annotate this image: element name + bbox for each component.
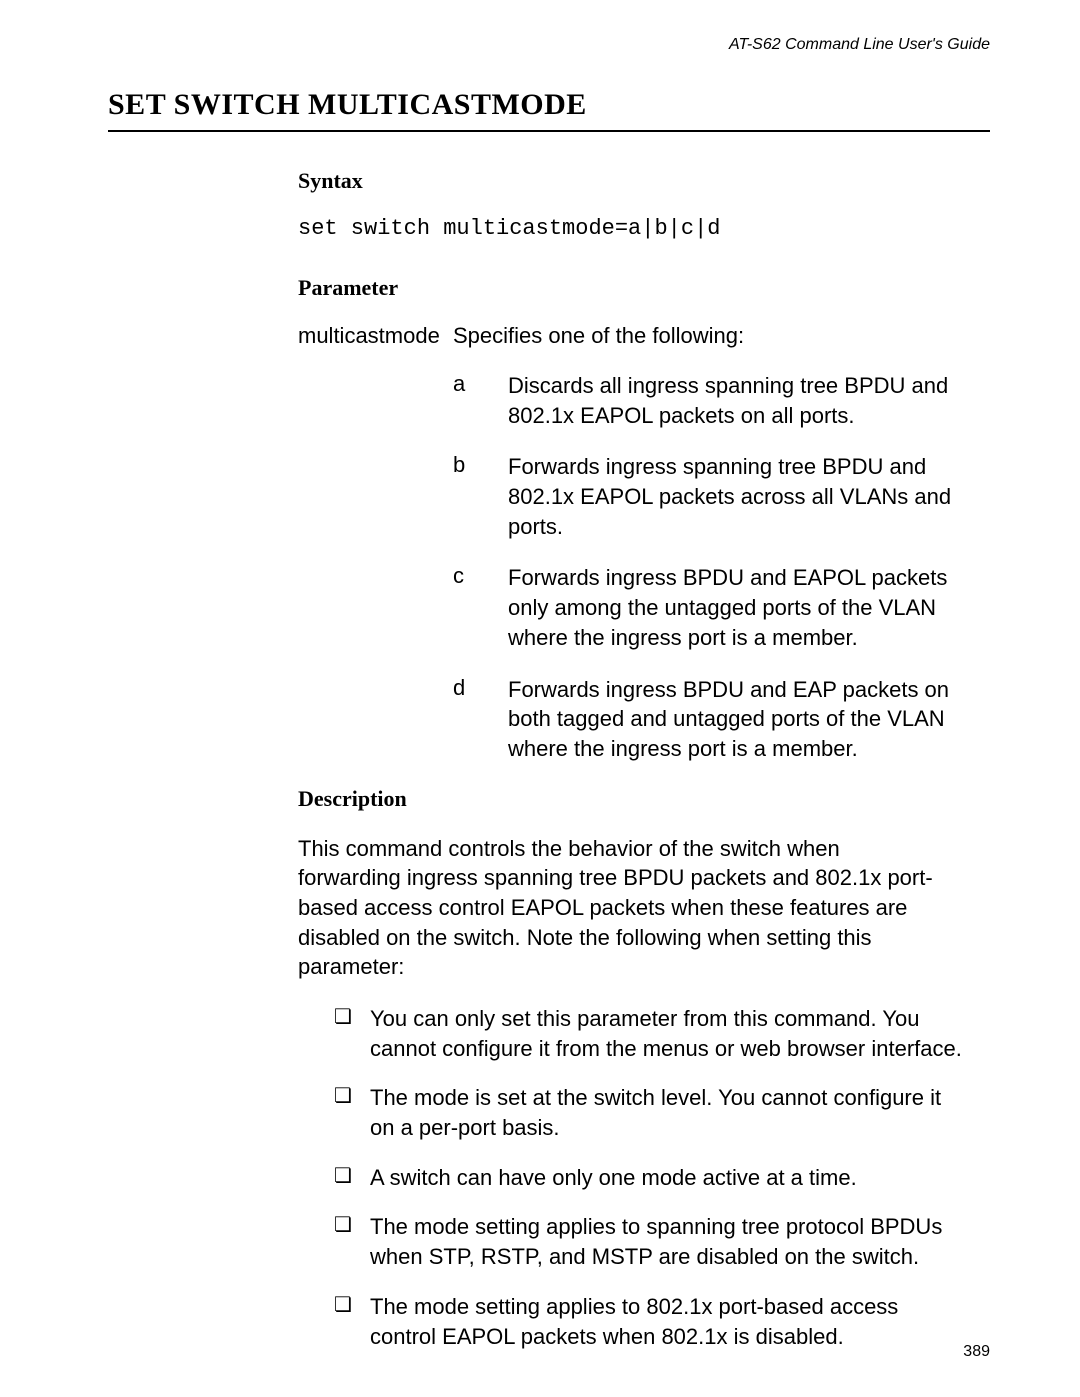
description-list: You can only set this parameter from thi… [334,1004,990,1351]
description-heading: Description [298,786,990,812]
parameter-intro: Specifies one of the following: [453,323,990,349]
option-row: c Forwards ingress BPDU and EAPOL packet… [453,563,990,652]
option-text: Forwards ingress spanning tree BPDU and … [508,452,963,541]
list-item: The mode setting applies to 802.1x port-… [334,1292,970,1351]
option-text: Discards all ingress spanning tree BPDU … [508,371,963,430]
option-row: a Discards all ingress spanning tree BPD… [453,371,990,430]
parameter-row: multicastmode Specifies one of the follo… [298,323,990,349]
list-item: The mode setting applies to spanning tre… [334,1212,970,1271]
running-header: AT-S62 Command Line User's Guide [108,36,990,54]
option-key: d [453,675,508,701]
command-title: SET SWITCH MULTICASTMODE [108,88,990,132]
list-item: You can only set this parameter from thi… [334,1004,970,1063]
list-item: A switch can have only one mode active a… [334,1163,970,1193]
syntax-code: set switch multicastmode=a|b|c|d [298,216,990,241]
option-row: b Forwards ingress spanning tree BPDU an… [453,452,990,541]
option-key: c [453,563,508,589]
content-block: Syntax set switch multicastmode=a|b|c|d … [298,168,990,1351]
option-text: Forwards ingress BPDU and EAP packets on… [508,675,963,764]
option-text: Forwards ingress BPDU and EAPOL packets … [508,563,963,652]
syntax-heading: Syntax [298,168,990,194]
parameter-heading: Parameter [298,275,990,301]
option-key: b [453,452,508,478]
option-list: a Discards all ingress spanning tree BPD… [453,371,990,764]
option-key: a [453,371,508,397]
page: AT-S62 Command Line User's Guide SET SWI… [0,0,1080,1397]
description-paragraph: This command controls the behavior of th… [298,834,938,982]
list-item: The mode is set at the switch level. You… [334,1083,970,1142]
parameter-name: multicastmode [298,323,453,349]
page-number: 389 [963,1343,990,1361]
option-row: d Forwards ingress BPDU and EAP packets … [453,675,990,764]
